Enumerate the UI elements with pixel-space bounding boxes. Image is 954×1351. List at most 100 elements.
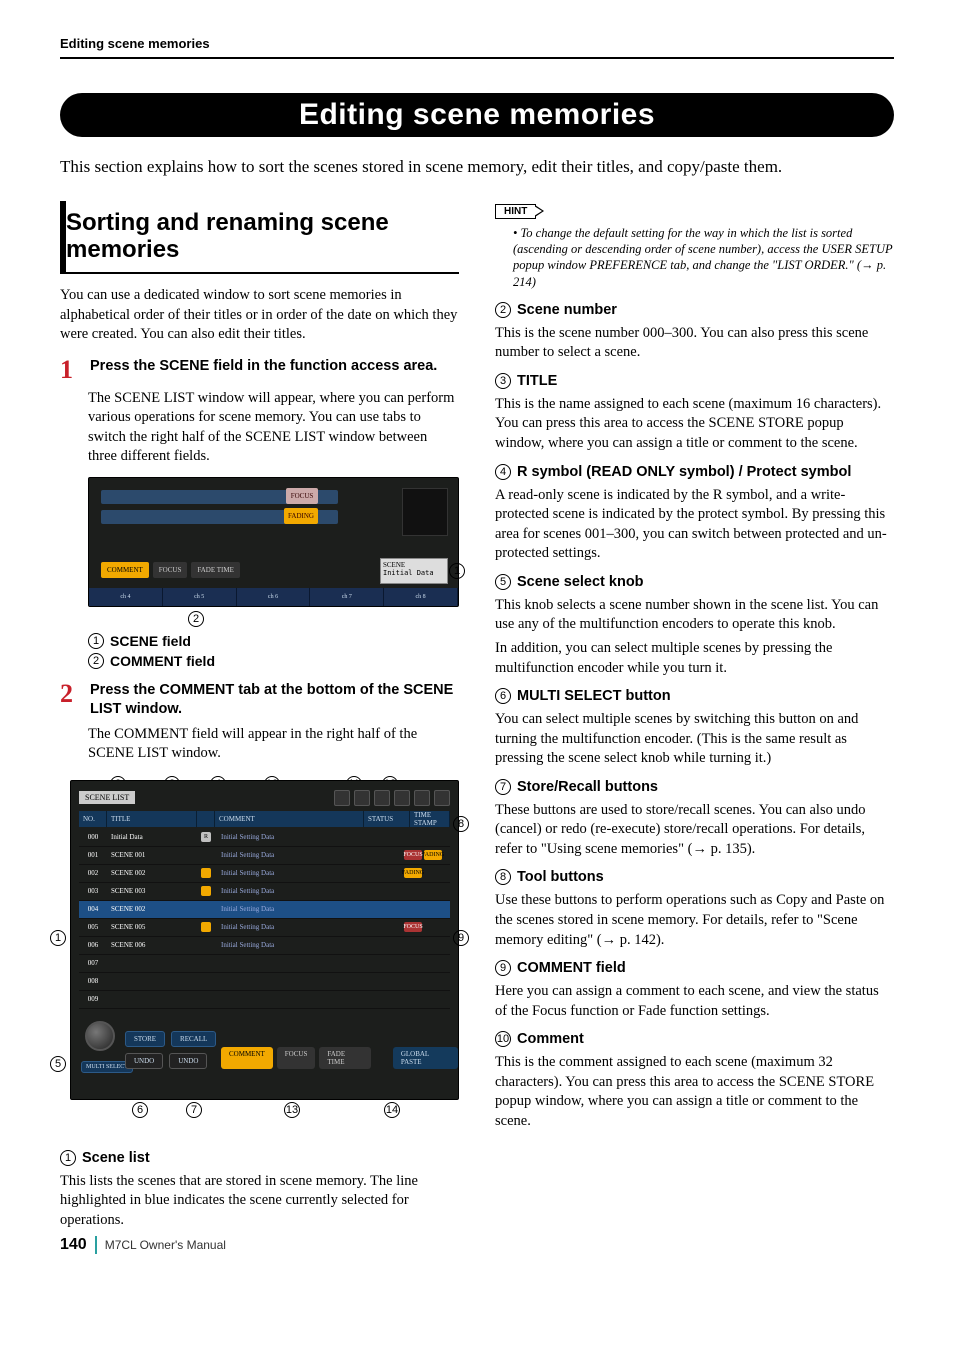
row-no[interactable]: 006 bbox=[79, 937, 107, 954]
fig2-recall-button[interactable]: RECALL bbox=[171, 1031, 216, 1047]
row-no[interactable]: 004 bbox=[79, 901, 107, 918]
fig2-undo-recall-button[interactable]: UNDO bbox=[169, 1053, 207, 1069]
row-status bbox=[404, 973, 450, 990]
row-no[interactable]: 007 bbox=[79, 955, 107, 972]
table-row[interactable]: 008 bbox=[79, 973, 450, 991]
fig2-tool-paste-icon[interactable] bbox=[354, 790, 370, 806]
row-status bbox=[404, 937, 450, 954]
fig2-scene-select-knob[interactable] bbox=[85, 1021, 115, 1051]
fig2-undo-store-button[interactable]: UNDO bbox=[125, 1053, 163, 1069]
row-title[interactable] bbox=[107, 991, 197, 1008]
row-title[interactable]: SCENE 002 bbox=[107, 865, 197, 882]
row-title[interactable]: Initial Data bbox=[107, 829, 197, 846]
hint-tag: HINT bbox=[495, 204, 536, 219]
fig2-hdr-time[interactable]: TIME STAMP bbox=[410, 811, 450, 827]
fig2-tab-global-paste[interactable]: GLOBAL PASTE bbox=[393, 1047, 458, 1069]
row-no[interactable]: 001 bbox=[79, 847, 107, 864]
table-row[interactable]: 002SCENE 002Initial Setting DataFADING bbox=[79, 865, 450, 883]
fig2-tab-comment[interactable]: COMMENT bbox=[221, 1047, 273, 1069]
table-row[interactable]: 004SCENE 002 Initial Setting Data bbox=[79, 901, 450, 919]
fig2-store-button[interactable]: STORE bbox=[125, 1031, 165, 1047]
fig2-tool-cut-icon[interactable] bbox=[394, 790, 410, 806]
row-no[interactable]: 000 bbox=[79, 829, 107, 846]
row-comment[interactable]: Initial Setting Data bbox=[215, 847, 404, 864]
fig2-hdr-no[interactable]: NO. bbox=[79, 811, 107, 827]
fig2-hdr-title[interactable]: TITLE bbox=[107, 811, 197, 827]
table-row[interactable]: 006SCENE 006 Initial Setting Data bbox=[79, 937, 450, 955]
fig2-tool-insert-icon[interactable] bbox=[414, 790, 430, 806]
table-row[interactable]: 001SCENE 001Initial Setting DataFOCUSFAD… bbox=[79, 847, 450, 865]
row-protect[interactable] bbox=[197, 937, 215, 954]
row-no[interactable]: 009 bbox=[79, 991, 107, 1008]
row-comment[interactable] bbox=[215, 991, 404, 1008]
row-title[interactable]: SCENE 002 bbox=[107, 901, 197, 918]
fig2-header-row: NO. TITLE COMMENT STATUS TIME STAMP bbox=[79, 811, 450, 827]
rh-4-title: R symbol (READ ONLY symbol) / Protect sy… bbox=[517, 464, 851, 480]
fig1-focus-indicator: FOCUS bbox=[286, 488, 318, 504]
fig1-ch-5: ch 5 bbox=[163, 588, 237, 606]
chapter-title-band: Editing scene memories bbox=[60, 93, 894, 137]
row-protect[interactable] bbox=[197, 865, 215, 882]
row-no[interactable]: 008 bbox=[79, 973, 107, 990]
table-row[interactable]: 005SCENE 005Initial Setting DataFOCUS bbox=[79, 919, 450, 937]
row-no[interactable]: 003 bbox=[79, 883, 107, 900]
rh-10-title: Comment bbox=[517, 1031, 584, 1047]
row-comment[interactable] bbox=[215, 973, 404, 990]
fig1-scene-field[interactable]: SCENE Initial Data bbox=[380, 558, 448, 584]
fig2-callout-6: 6 bbox=[132, 1102, 148, 1118]
row-protect[interactable] bbox=[197, 883, 215, 900]
fig2-tool-copy-icon[interactable] bbox=[334, 790, 350, 806]
rh-3-num: 3 bbox=[495, 373, 511, 389]
fig2-tool-clear-icon[interactable] bbox=[374, 790, 390, 806]
fig1-tab-fade[interactable]: FADE TIME bbox=[191, 562, 240, 578]
row-title[interactable]: SCENE 001 bbox=[107, 847, 197, 864]
row-comment[interactable]: Initial Setting Data bbox=[215, 865, 404, 882]
table-row[interactable]: 000Initial DataRInitial Setting Data bbox=[79, 829, 450, 847]
row-title[interactable] bbox=[107, 973, 197, 990]
step-2: 2 Press the COMMENT tab at the bottom of… bbox=[60, 681, 459, 719]
row-protect[interactable] bbox=[197, 973, 215, 990]
row-comment[interactable]: Initial Setting Data bbox=[215, 901, 404, 918]
row-title[interactable]: SCENE 003 bbox=[107, 883, 197, 900]
row-comment[interactable] bbox=[215, 955, 404, 972]
fig2-hdr-protect[interactable] bbox=[197, 811, 215, 827]
row-protect[interactable] bbox=[197, 901, 215, 918]
row-title[interactable]: SCENE 006 bbox=[107, 937, 197, 954]
row-title[interactable] bbox=[107, 955, 197, 972]
rh-5-body: This knob selects a scene number shown i… bbox=[495, 596, 894, 635]
table-row[interactable]: 003SCENE 003 Initial Setting Data bbox=[79, 883, 450, 901]
row-comment[interactable]: Initial Setting Data bbox=[215, 829, 404, 846]
fig2-tool-close-icon[interactable] bbox=[434, 790, 450, 806]
fig2-tab-focus[interactable]: FOCUS bbox=[277, 1047, 316, 1069]
row-title[interactable]: SCENE 005 bbox=[107, 919, 197, 936]
row-protect[interactable] bbox=[197, 955, 215, 972]
table-row[interactable]: 007 bbox=[79, 955, 450, 973]
fig2-store-recall-row: STORE RECALL bbox=[125, 1031, 216, 1047]
header-rule bbox=[60, 57, 894, 59]
rh-4-num: 4 bbox=[495, 464, 511, 480]
rh-item-2: 2 Scene number bbox=[495, 302, 894, 318]
row-no[interactable]: 005 bbox=[79, 919, 107, 936]
focus-badge: FOCUS bbox=[404, 850, 422, 860]
figure-scene-list-large: SCENE LIST NO. TITLE COMMENT ST bbox=[70, 780, 459, 1100]
fig2-row-container: 000Initial DataRInitial Setting Data001S… bbox=[79, 829, 450, 1009]
row-comment[interactable]: Initial Setting Data bbox=[215, 883, 404, 900]
row-no[interactable]: 002 bbox=[79, 865, 107, 882]
row-comment[interactable]: Initial Setting Data bbox=[215, 919, 404, 936]
running-header: Editing scene memories bbox=[60, 36, 894, 51]
chapter-intro: This section explains how to sort the sc… bbox=[60, 155, 894, 179]
fig2-hdr-status[interactable]: STATUS bbox=[364, 811, 410, 827]
fig2-tab-fade[interactable]: FADE TIME bbox=[319, 1047, 370, 1069]
row-protect[interactable]: R bbox=[197, 829, 215, 846]
fig1-item-2: 2 COMMENT field bbox=[88, 653, 459, 669]
table-row[interactable]: 009 bbox=[79, 991, 450, 1009]
row-protect[interactable] bbox=[197, 991, 215, 1008]
fig1-tab-focus[interactable]: FOCUS bbox=[153, 562, 188, 578]
rh-8-num: 8 bbox=[495, 869, 511, 885]
row-protect[interactable] bbox=[197, 847, 215, 864]
row-comment[interactable]: Initial Setting Data bbox=[215, 937, 404, 954]
fig1-tab-comment[interactable]: COMMENT bbox=[101, 562, 149, 578]
row-protect[interactable] bbox=[197, 919, 215, 936]
fig1-item-2-num: 2 bbox=[88, 653, 104, 669]
fig2-hdr-comment[interactable]: COMMENT bbox=[215, 811, 364, 827]
